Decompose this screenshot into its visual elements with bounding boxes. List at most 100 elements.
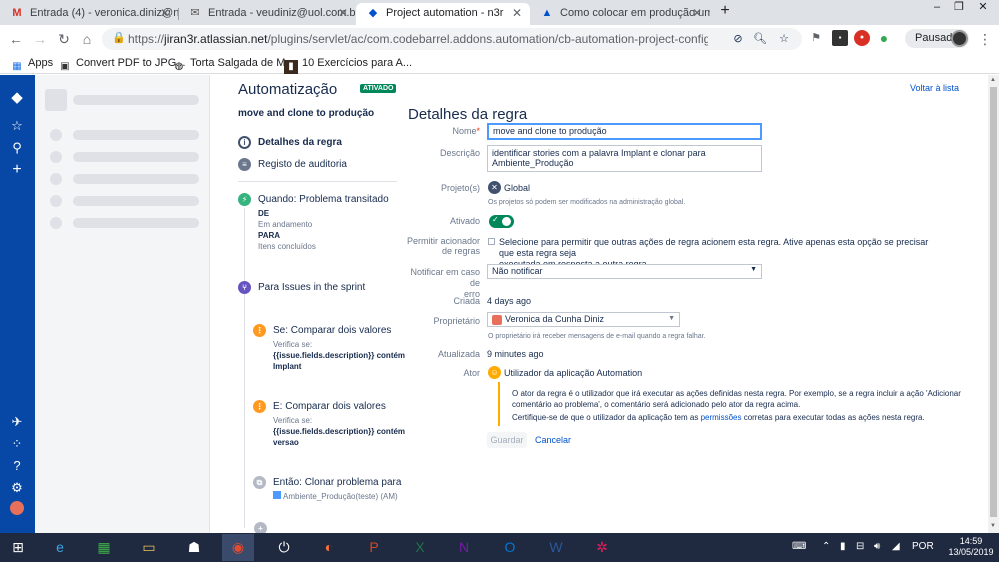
trigger-title[interactable]: Quando: Problema transitado: [258, 194, 389, 205]
chrome-icon[interactable]: ◉: [222, 534, 254, 561]
minimize-button[interactable]: –: [926, 0, 948, 16]
star-icon[interactable]: ☆: [8, 117, 26, 135]
condition-2-title[interactable]: E: Comparar dois valores: [273, 401, 386, 412]
bookmark-star-icon[interactable]: ☆: [776, 31, 792, 47]
wifi-icon[interactable]: ◢: [892, 541, 900, 552]
notifications-icon[interactable]: ✈: [8, 413, 26, 431]
audit-log-icon: ≡: [238, 158, 251, 171]
action-title[interactable]: Então: Clonar problema para: [273, 477, 401, 488]
project-sidebar-loading: [35, 75, 210, 533]
app-switcher-icon[interactable]: ⁘: [8, 435, 26, 453]
file-explorer-icon[interactable]: ▭: [133, 534, 165, 561]
outlook-icon[interactable]: O: [494, 534, 526, 561]
description-textarea[interactable]: identificar stories com a palavra Implan…: [487, 145, 762, 172]
enabled-toggle[interactable]: ✓: [489, 215, 514, 228]
browser-tab-bar: M Entrada (4) - veronica.diniz@n3r ✕ ✉ E…: [0, 0, 999, 25]
onenote-icon[interactable]: N: [448, 534, 480, 561]
forward-icon[interactable]: →: [30, 29, 50, 49]
clock[interactable]: 14:59 13/05/2019: [945, 536, 997, 558]
windows-start-icon[interactable]: ⊞: [2, 534, 34, 561]
extension-abp-icon[interactable]: ●: [854, 30, 870, 46]
tab-project-automation[interactable]: ◆ Project automation - n3r ✕: [356, 3, 530, 25]
menu-audit-log[interactable]: Registo de auditoria: [258, 159, 347, 170]
block-icon[interactable]: ⊘: [730, 31, 746, 47]
avatar[interactable]: [10, 501, 24, 515]
tab-atlassian-community[interactable]: ▲ Como colocar em produção uma ✕: [530, 3, 710, 25]
extension-dark-icon[interactable]: ▪: [832, 30, 848, 46]
user-app-icon[interactable]: ☗: [178, 534, 210, 561]
notify-select[interactable]: Não notificar ▼: [487, 264, 762, 279]
description-label: Descrição: [439, 148, 480, 158]
volume-icon[interactable]: 🔊︎: [874, 541, 880, 552]
chevron-down-icon: ▼: [668, 315, 675, 322]
tab-uol[interactable]: ✉ Entrada - veudiniz@uol.com.br - ✕: [178, 3, 356, 25]
automation-user-icon: ☺: [488, 366, 501, 379]
network-icon[interactable]: ⊟: [856, 541, 864, 552]
scroll-thumb[interactable]: [990, 87, 997, 517]
close-icon[interactable]: ✕: [160, 3, 170, 23]
extension-green-icon[interactable]: ●: [876, 30, 892, 46]
pdf-icon: ▣: [60, 61, 70, 72]
close-icon[interactable]: ✕: [338, 3, 348, 23]
scroll-up-icon[interactable]: ▲: [990, 77, 996, 83]
skeleton-dot: [50, 195, 62, 207]
word-icon[interactable]: W: [540, 534, 572, 561]
bookmark-exercicios[interactable]: ▮ 10 Exercícios para A...: [284, 55, 412, 74]
excel-icon[interactable]: X: [404, 534, 436, 561]
menu-icon[interactable]: ⋮: [975, 29, 995, 49]
skeleton-line: [73, 174, 199, 184]
back-to-list-link[interactable]: Voltar à lista: [910, 83, 959, 93]
menu-rule-details[interactable]: Detalhes da regra: [258, 137, 342, 148]
internet-explorer-icon[interactable]: e: [44, 534, 76, 561]
condition-1-title[interactable]: Se: Comparar dois valores: [273, 325, 391, 336]
tab-gmail[interactable]: M Entrada (4) - veronica.diniz@n3r ✕: [0, 3, 178, 25]
close-icon[interactable]: ✕: [692, 3, 702, 23]
close-icon[interactable]: ✕: [512, 3, 522, 23]
tray-expand-icon[interactable]: ⌃: [822, 541, 830, 552]
battery-icon[interactable]: ▮: [840, 541, 846, 552]
power-app-icon[interactable]: ⏻: [268, 534, 300, 561]
save-button[interactable]: Guardar: [487, 432, 527, 448]
skeleton-dot: [50, 173, 62, 185]
home-icon[interactable]: ⌂: [77, 29, 97, 49]
close-window-button[interactable]: ✕: [972, 0, 994, 16]
notify-value: Não notificar: [492, 266, 543, 276]
action-target-text: Ambiente_Produção(teste) (AM): [283, 492, 398, 501]
updated-value: 9 minutes ago: [487, 349, 544, 359]
extension-flag-icon[interactable]: ⚑: [808, 30, 824, 46]
powerpoint-icon[interactable]: P: [358, 534, 390, 561]
bookmark-apps[interactable]: ▦ Apps: [10, 55, 53, 72]
allow-trigger-checkbox[interactable]: [488, 238, 495, 245]
bookmark-label: Torta Salgada de M...: [190, 57, 295, 69]
create-icon[interactable]: +: [8, 161, 26, 179]
cancel-button[interactable]: Cancelar: [535, 435, 571, 445]
new-tab-button[interactable]: +: [714, 3, 736, 20]
apps-grid-icon: ▦: [12, 61, 22, 72]
slack-icon[interactable]: ✲: [586, 534, 618, 561]
bookmark-convert-pdf[interactable]: ▣ Convert PDF to JPG...: [58, 55, 185, 72]
language-indicator[interactable]: POR: [912, 541, 934, 552]
action-target: Ambiente_Produção(teste) (AM): [273, 491, 398, 502]
profile-button[interactable]: Pausada: [905, 29, 969, 48]
zoom-icon[interactable]: 🔍︎: [752, 31, 768, 47]
reload-icon[interactable]: ↻: [54, 29, 74, 49]
restore-button[interactable]: ❐: [948, 0, 970, 16]
scroll-down-icon[interactable]: ▼: [990, 523, 996, 529]
firefox-icon[interactable]: ◐: [313, 534, 345, 561]
keyboard-icon[interactable]: ⌨: [792, 541, 806, 552]
help-icon[interactable]: ?: [8, 457, 26, 475]
permissions-link[interactable]: permissões: [701, 413, 742, 422]
jira-icon: ◆: [368, 7, 378, 19]
page-scrollbar[interactable]: ▲ ▼: [988, 75, 999, 533]
address-bar[interactable]: 🔒 https://jiran3r.atlassian.net/plugins/…: [102, 28, 802, 50]
bookmark-torta[interactable]: ◍ Torta Salgada de M...: [172, 55, 295, 72]
back-icon[interactable]: ←: [6, 29, 26, 49]
search-icon[interactable]: ⚲: [8, 139, 26, 157]
projects-label: Projeto(s): [440, 183, 480, 193]
owner-select[interactable]: Veronica da Cunha Diniz ▼: [487, 312, 680, 327]
settings-icon[interactable]: ⚙: [8, 479, 26, 497]
rule-name-input[interactable]: move and clone to produção: [487, 123, 762, 140]
jira-logo-icon[interactable]: ◆: [8, 89, 26, 107]
spreadsheet-app-icon[interactable]: ▦: [88, 534, 120, 561]
branch-title[interactable]: Para Issues in the sprint: [258, 282, 365, 293]
